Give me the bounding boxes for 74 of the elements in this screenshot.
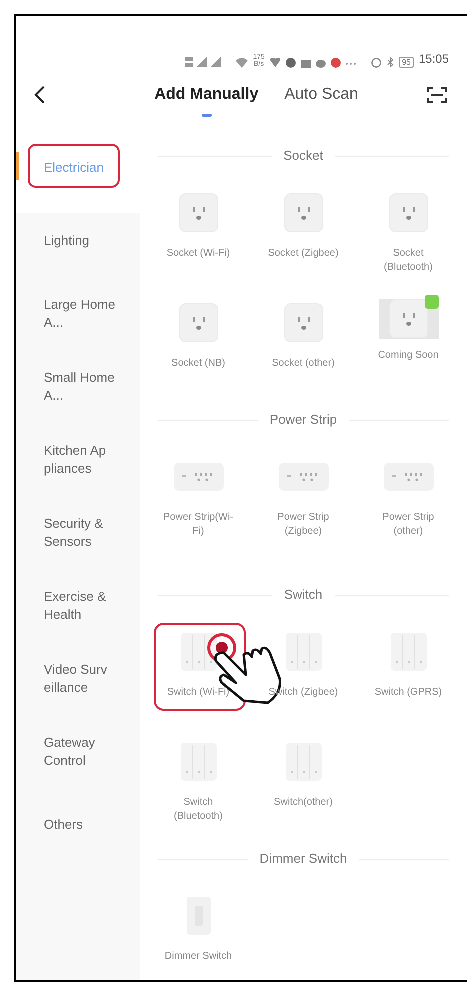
device-tile[interactable]: Power Strip (other) <box>356 442 461 573</box>
device-label: Power Strip (other) <box>382 511 436 539</box>
device-tile[interactable]: Coming Soon <box>356 288 461 398</box>
tab-indicator <box>202 114 212 117</box>
socket-icon <box>284 193 324 233</box>
device-tile[interactable]: Socket (Wi-Fi) <box>146 178 251 288</box>
device-label: Switch (Bluetooth) <box>173 796 224 824</box>
socket-icon <box>284 303 324 343</box>
tab[interactable]: Add Manually <box>154 77 259 113</box>
wall-switch-icon <box>390 632 428 672</box>
device-tile[interactable]: Socket (other) <box>251 288 356 398</box>
tab[interactable]: Auto Scan <box>284 77 358 113</box>
device-tile[interactable]: Socket (NB) <box>146 288 251 398</box>
selection-bar <box>16 152 19 180</box>
device-label: Socket (Zigbee) <box>268 247 340 261</box>
category-item[interactable]: Kitchen Ap pliances <box>16 432 140 505</box>
category-item[interactable]: Video Surv eillance <box>16 651 140 724</box>
device-label: Switch (Wi-Fi) <box>166 686 231 700</box>
category-item[interactable]: Others <box>16 797 140 870</box>
wall-switch-icon <box>284 632 322 672</box>
device-label: Power Strip (Zigbee) <box>276 511 330 539</box>
section-heading: Power Strip <box>270 411 338 430</box>
category-item[interactable]: Gateway Control <box>16 724 140 797</box>
section-heading: Switch <box>284 586 323 604</box>
device-tile[interactable]: Dimmer Switch <box>146 881 251 980</box>
section-heading: Dimmer Switch <box>260 850 348 868</box>
device-label: Switch (GPRS) <box>374 686 444 700</box>
category-item[interactable]: Lighting <box>16 213 140 286</box>
device-label: Socket (Bluetooth) <box>383 247 434 275</box>
clock: 15:05 <box>418 51 449 68</box>
socket-icon <box>178 303 218 343</box>
wall-switch-icon <box>284 742 322 782</box>
bluetooth-icon <box>387 57 394 68</box>
section-heading: Socket <box>284 147 324 166</box>
category-item[interactable]: Large Home A... <box>16 286 140 359</box>
socket-icon <box>388 299 428 339</box>
app-icon <box>331 58 342 68</box>
device-tile[interactable]: Switch (GPRS) <box>356 617 461 727</box>
device-label: Coming Soon <box>377 349 440 363</box>
device-label: Power Strip(Wi-Fi) <box>162 511 234 539</box>
category-item[interactable]: Electrician <box>16 140 140 213</box>
power-strip-icon <box>382 462 434 492</box>
category-item[interactable]: Security & Sensors <box>16 505 140 578</box>
device-tile[interactable]: Socket (Bluetooth) <box>356 178 461 288</box>
dimmer-switch-icon <box>186 896 212 936</box>
device-tile[interactable]: Socket (Zigbee) <box>251 178 356 288</box>
device-label: Dimmer Switch <box>164 950 234 964</box>
socket-icon <box>178 193 218 233</box>
device-tile[interactable]: Power Strip(Wi-Fi) <box>146 442 251 573</box>
mail-icon <box>301 60 312 68</box>
device-label: Switch(other) <box>273 796 334 810</box>
battery-level: 95 <box>399 57 414 68</box>
circle-icon <box>286 58 296 68</box>
device-tile[interactable]: Switch (Bluetooth) <box>146 727 251 837</box>
wifi-icon <box>236 57 248 68</box>
device-label: Socket (Wi-Fi) <box>166 247 232 261</box>
new-badge-icon <box>424 295 438 309</box>
wall-switch-icon <box>180 742 218 782</box>
device-label: Socket (other) <box>271 357 336 371</box>
wall-switch-icon <box>180 632 218 672</box>
device-label: Socket (NB) <box>170 357 226 371</box>
back-icon[interactable] <box>34 86 46 104</box>
socket-icon <box>388 193 428 233</box>
scan-icon[interactable] <box>427 86 447 104</box>
chat-icon <box>316 60 326 68</box>
heart-icon <box>270 58 282 68</box>
power-strip-icon <box>172 462 224 492</box>
device-tile[interactable]: Switch(other) <box>251 727 356 837</box>
device-tile[interactable]: Switch (Wi-Fi) <box>146 617 251 727</box>
alarm-icon <box>371 57 382 68</box>
device-tile[interactable]: Power Strip (Zigbee) <box>251 442 356 573</box>
category-item[interactable]: Small Home A... <box>16 359 140 432</box>
category-item[interactable]: Exercise & Health <box>16 578 140 651</box>
power-strip-icon <box>278 462 330 492</box>
